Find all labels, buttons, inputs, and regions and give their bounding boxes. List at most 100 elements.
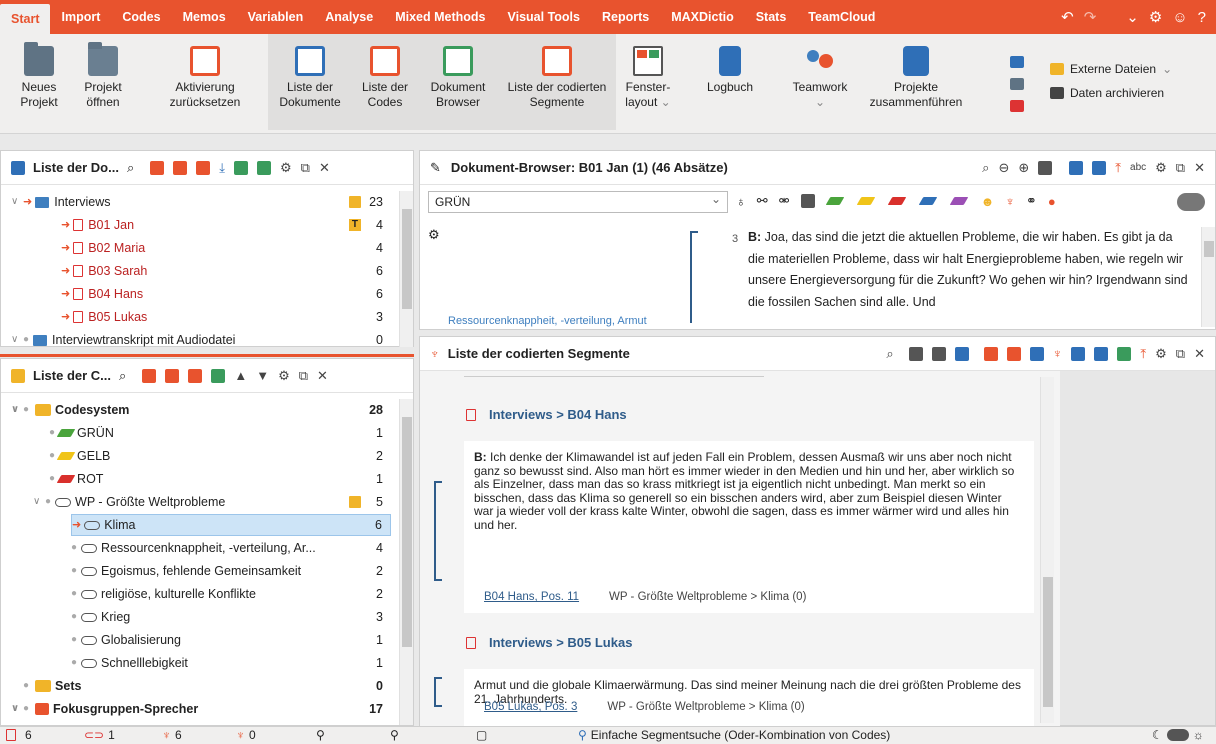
undock-icon[interactable]: ⧉ [1176, 160, 1185, 176]
code-wp[interactable]: ∨ ● WP - Größte Weltprobleme 5 [33, 491, 391, 513]
coding-stripe[interactable] [690, 231, 698, 323]
zoom-in-icon[interactable]: ⊕ [1018, 160, 1029, 176]
pen-purple-icon[interactable] [949, 197, 968, 205]
window-layout-button[interactable]: Fenster- layout ⌄ [620, 40, 676, 110]
menu-maxdictio[interactable]: MAXDictio [660, 0, 745, 34]
code-icon[interactable]: ♁ [736, 194, 746, 209]
menu-start[interactable]: Start [0, 4, 51, 34]
document-list-scrollbar[interactable] [399, 191, 413, 347]
code-schnelllebigkeit[interactable]: ● Schnelllebigkeit 1 [71, 652, 391, 674]
status-memos[interactable]: ⊂⊃ 1 [84, 728, 115, 742]
print-icon[interactable] [1092, 160, 1107, 175]
close-icon[interactable]: ✕ [1194, 160, 1205, 176]
reset-activation-button[interactable]: Aktivierung zurücksetzen [160, 40, 250, 110]
overview-icon[interactable] [983, 346, 998, 361]
document-list-button[interactable]: Liste der Dokumente [268, 34, 352, 130]
status-users[interactable]: ⚲ [316, 728, 325, 742]
menu-stats[interactable]: Stats [745, 0, 798, 34]
search-icon[interactable]: ⌕ [119, 368, 126, 384]
view-list-icon[interactable] [908, 346, 923, 361]
new-doc-group-icon[interactable] [257, 160, 271, 175]
menu-visual-tools[interactable]: Visual Tools [497, 0, 591, 34]
export-icon[interactable]: ⤒ [1115, 160, 1121, 176]
gear-icon[interactable]: ⚙ [280, 160, 292, 176]
edit-doc-icon[interactable]: ✎ [430, 160, 441, 176]
view-doc-icon[interactable] [931, 346, 946, 361]
gear-icon[interactable]: ⚙ [428, 227, 440, 243]
smart-coding-icon[interactable] [1006, 346, 1021, 361]
menu-mixed-methods[interactable]: Mixed Methods [384, 0, 496, 34]
compare-icon[interactable] [1010, 78, 1024, 90]
segment-source-link[interactable]: B05 Lukas, Pos. 3 [484, 701, 577, 713]
doc-group-audio[interactable]: ∨ ● Interviewtranskript mit Audiodatei 0 [11, 329, 391, 351]
code-globalisierung[interactable]: ● Globalisierung 1 [71, 629, 391, 651]
code-remove-icon[interactable]: ⚮ [779, 193, 790, 209]
gear-icon[interactable]: ⚙ [1155, 160, 1167, 176]
panel-splitter[interactable] [0, 354, 414, 357]
status-segments[interactable]: ♆ 6 [162, 728, 182, 742]
coded-segments-button[interactable]: Liste der codierten Segmente [498, 34, 616, 130]
new-doc-icon[interactable] [234, 160, 248, 175]
code-red-icon[interactable]: ♆ [1005, 194, 1015, 209]
print-preview-icon[interactable] [1038, 160, 1053, 175]
code-icon[interactable]: ♆ [1053, 346, 1063, 361]
margin-code-label[interactable]: Ressourcenknappheit, -verteilung, Armut [448, 315, 647, 327]
edit-mode-toggle[interactable] [1177, 193, 1205, 211]
highlight-icon[interactable] [800, 194, 815, 208]
external-files-button[interactable]: Externe Dateien ⌄ [1050, 62, 1172, 76]
memo-icon[interactable] [349, 496, 361, 508]
code-gruen[interactable]: ● GRÜN 1 [49, 422, 391, 444]
merge-projects-button[interactable]: Projekte zusammenführen [866, 40, 966, 110]
segment-header-b05[interactable]: Interviews > B05 Lukas [464, 635, 632, 650]
comment-icon[interactable]: ● [1048, 194, 1056, 209]
doc-group-interviews[interactable]: ∨ ➜ Interviews 23 [11, 191, 391, 213]
link-icon[interactable]: ⚭ [1026, 193, 1037, 209]
chevron-down-icon[interactable]: ∨ [11, 329, 23, 351]
smiley-icon[interactable]: ☺ [1172, 9, 1187, 26]
segment-text-b04[interactable]: B: Ich denke der Klimawandel ist auf jed… [464, 441, 1034, 613]
document-browser-scrollbar[interactable] [1201, 227, 1215, 327]
code-list-button[interactable]: Liste der Codes [352, 34, 418, 130]
status-doc[interactable]: ▢ [476, 728, 487, 742]
folder-red-icon[interactable] [1010, 100, 1024, 112]
menu-teamcloud[interactable]: TeamCloud [797, 0, 879, 34]
gear-icon[interactable]: ⚙ [1155, 346, 1167, 362]
chevron-down-icon[interactable]: ⌄ [1126, 8, 1139, 26]
download-icon[interactable]: ⤓ [219, 160, 225, 176]
archive-data-button[interactable]: Daten archivieren [1050, 86, 1164, 100]
activate-codes-icon[interactable] [142, 368, 157, 383]
status-codes[interactable]: ♆ 0 [236, 728, 256, 742]
doc-b02-maria[interactable]: ➜ B02 Maria 4 [61, 237, 391, 259]
text-memo-icon[interactable]: T [348, 219, 361, 231]
teamwork-button[interactable]: Teamwork ⌄ [788, 40, 852, 110]
doc-b05-lukas[interactable]: ➜ B05 Lukas 3 [61, 306, 391, 328]
close-icon[interactable]: ✕ [317, 368, 328, 384]
copy-docs-icon[interactable] [173, 160, 188, 175]
code-gelb[interactable]: ● GELB 2 [49, 445, 391, 467]
word-export-icon[interactable] [1094, 346, 1109, 361]
undock-icon[interactable]: ⧉ [1176, 346, 1185, 362]
code-system-root[interactable]: ∨ ● Codesystem 28 [11, 399, 391, 421]
gear-icon[interactable]: ⚙ [1149, 8, 1162, 26]
search-icon[interactable]: ⌕ [127, 160, 134, 176]
code-egoismus[interactable]: ● Egoismus, fehlende Gemeinsamkeit 2 [71, 560, 391, 582]
close-icon[interactable]: ✕ [319, 160, 330, 176]
zoom-out-icon[interactable]: ⊖ [998, 160, 1009, 176]
logbook-button[interactable]: Logbuch [700, 40, 760, 95]
menu-variablen[interactable]: Variablen [237, 0, 315, 34]
segments-scrollbar[interactable] [1040, 377, 1054, 723]
filter-codes-icon[interactable] [165, 368, 180, 383]
emoticode-icon[interactable]: ☻ [981, 194, 995, 209]
doc-b01-jan[interactable]: ➜ B01 Jan T 4 [61, 214, 391, 236]
menu-codes[interactable]: Codes [111, 0, 171, 34]
pen-yellow-icon[interactable] [856, 197, 875, 205]
code-religioese[interactable]: ● religiöse, kulturelle Konflikte 2 [71, 583, 391, 605]
chevron-down-icon[interactable]: ∨ [11, 191, 23, 213]
new-project-button[interactable]: Neues Projekt [14, 40, 64, 110]
document-text[interactable]: B: Joa, das sind die jetzt die aktuellen… [748, 227, 1188, 313]
pen-blue-icon[interactable] [918, 197, 937, 205]
menu-reports[interactable]: Reports [591, 0, 660, 34]
search-icon[interactable]: ⌕ [886, 346, 893, 362]
code-klima[interactable]: ➜ Klima 6 [71, 514, 391, 536]
print-icon[interactable] [1071, 346, 1086, 361]
